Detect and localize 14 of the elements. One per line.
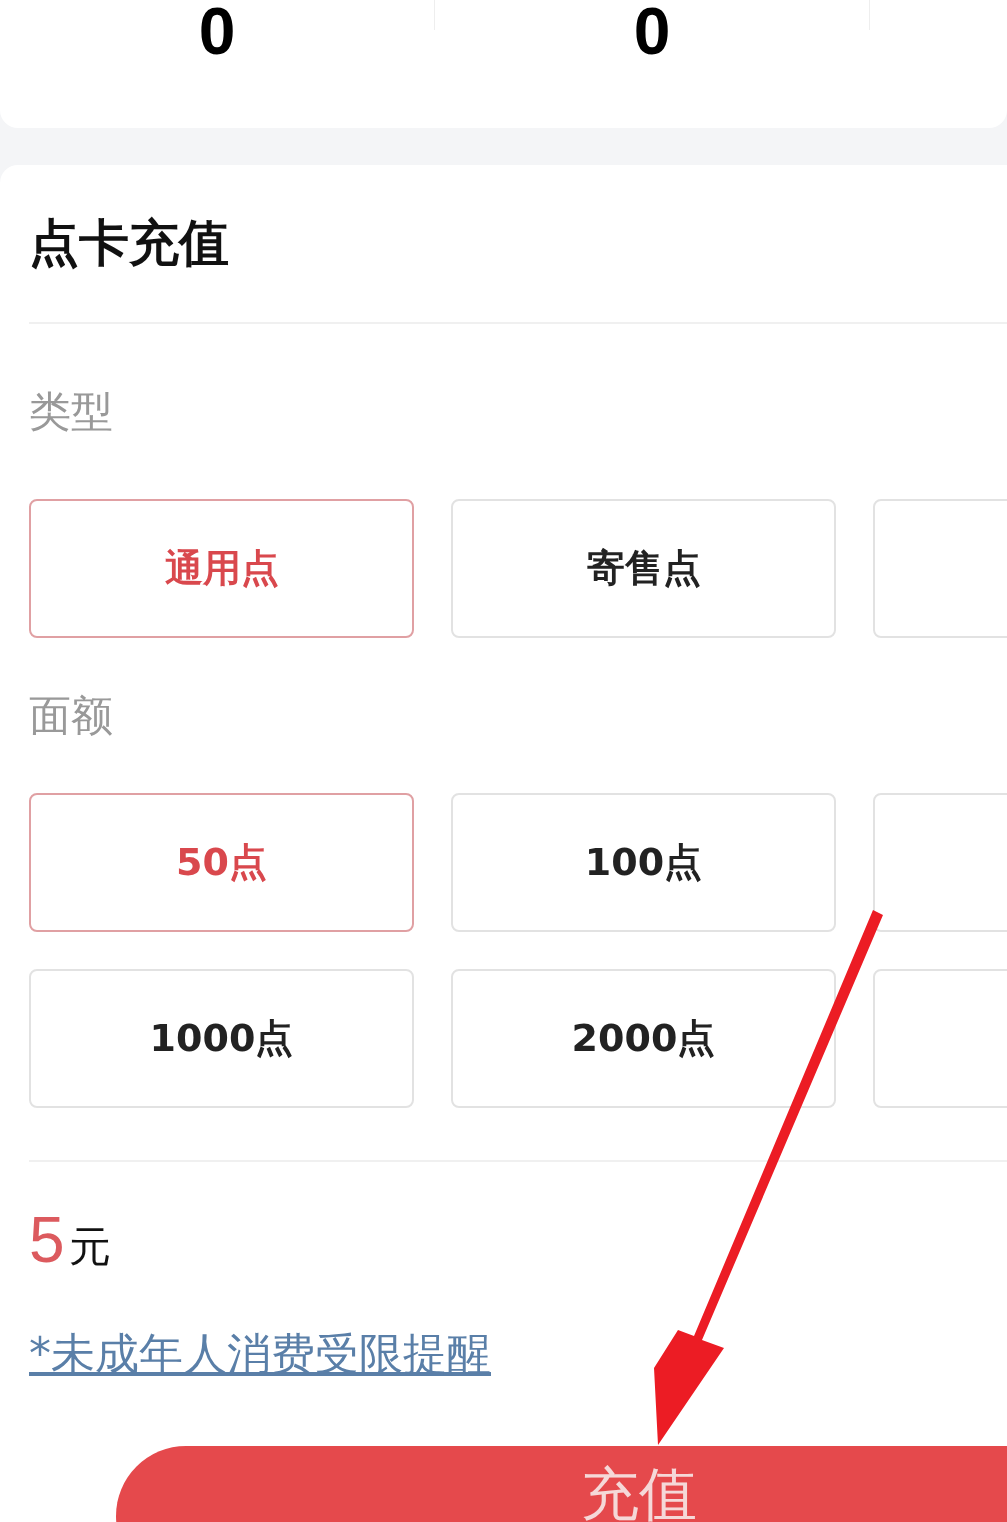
option-button[interactable]: 通用点: [29, 499, 414, 638]
section-title: 点卡充值: [29, 213, 230, 274]
option-button[interactable]: 50点: [29, 793, 414, 932]
stat-value: 0: [633, 0, 671, 64]
price-unit: 元: [68, 1220, 111, 1273]
price-value: 5: [29, 1202, 65, 1277]
option-button[interactable]: 100点: [451, 793, 836, 932]
notice-link[interactable]: *未成年人消费受限提醒: [29, 1325, 491, 1384]
stat-value: 0: [198, 0, 236, 64]
option-button[interactable]: 1000点: [29, 969, 414, 1108]
type-label: 类型: [29, 385, 114, 438]
option-button[interactable]: 2000点: [451, 969, 836, 1108]
amount-label: 面额: [29, 689, 114, 742]
option-button[interactable]: 寄售点: [451, 499, 836, 638]
